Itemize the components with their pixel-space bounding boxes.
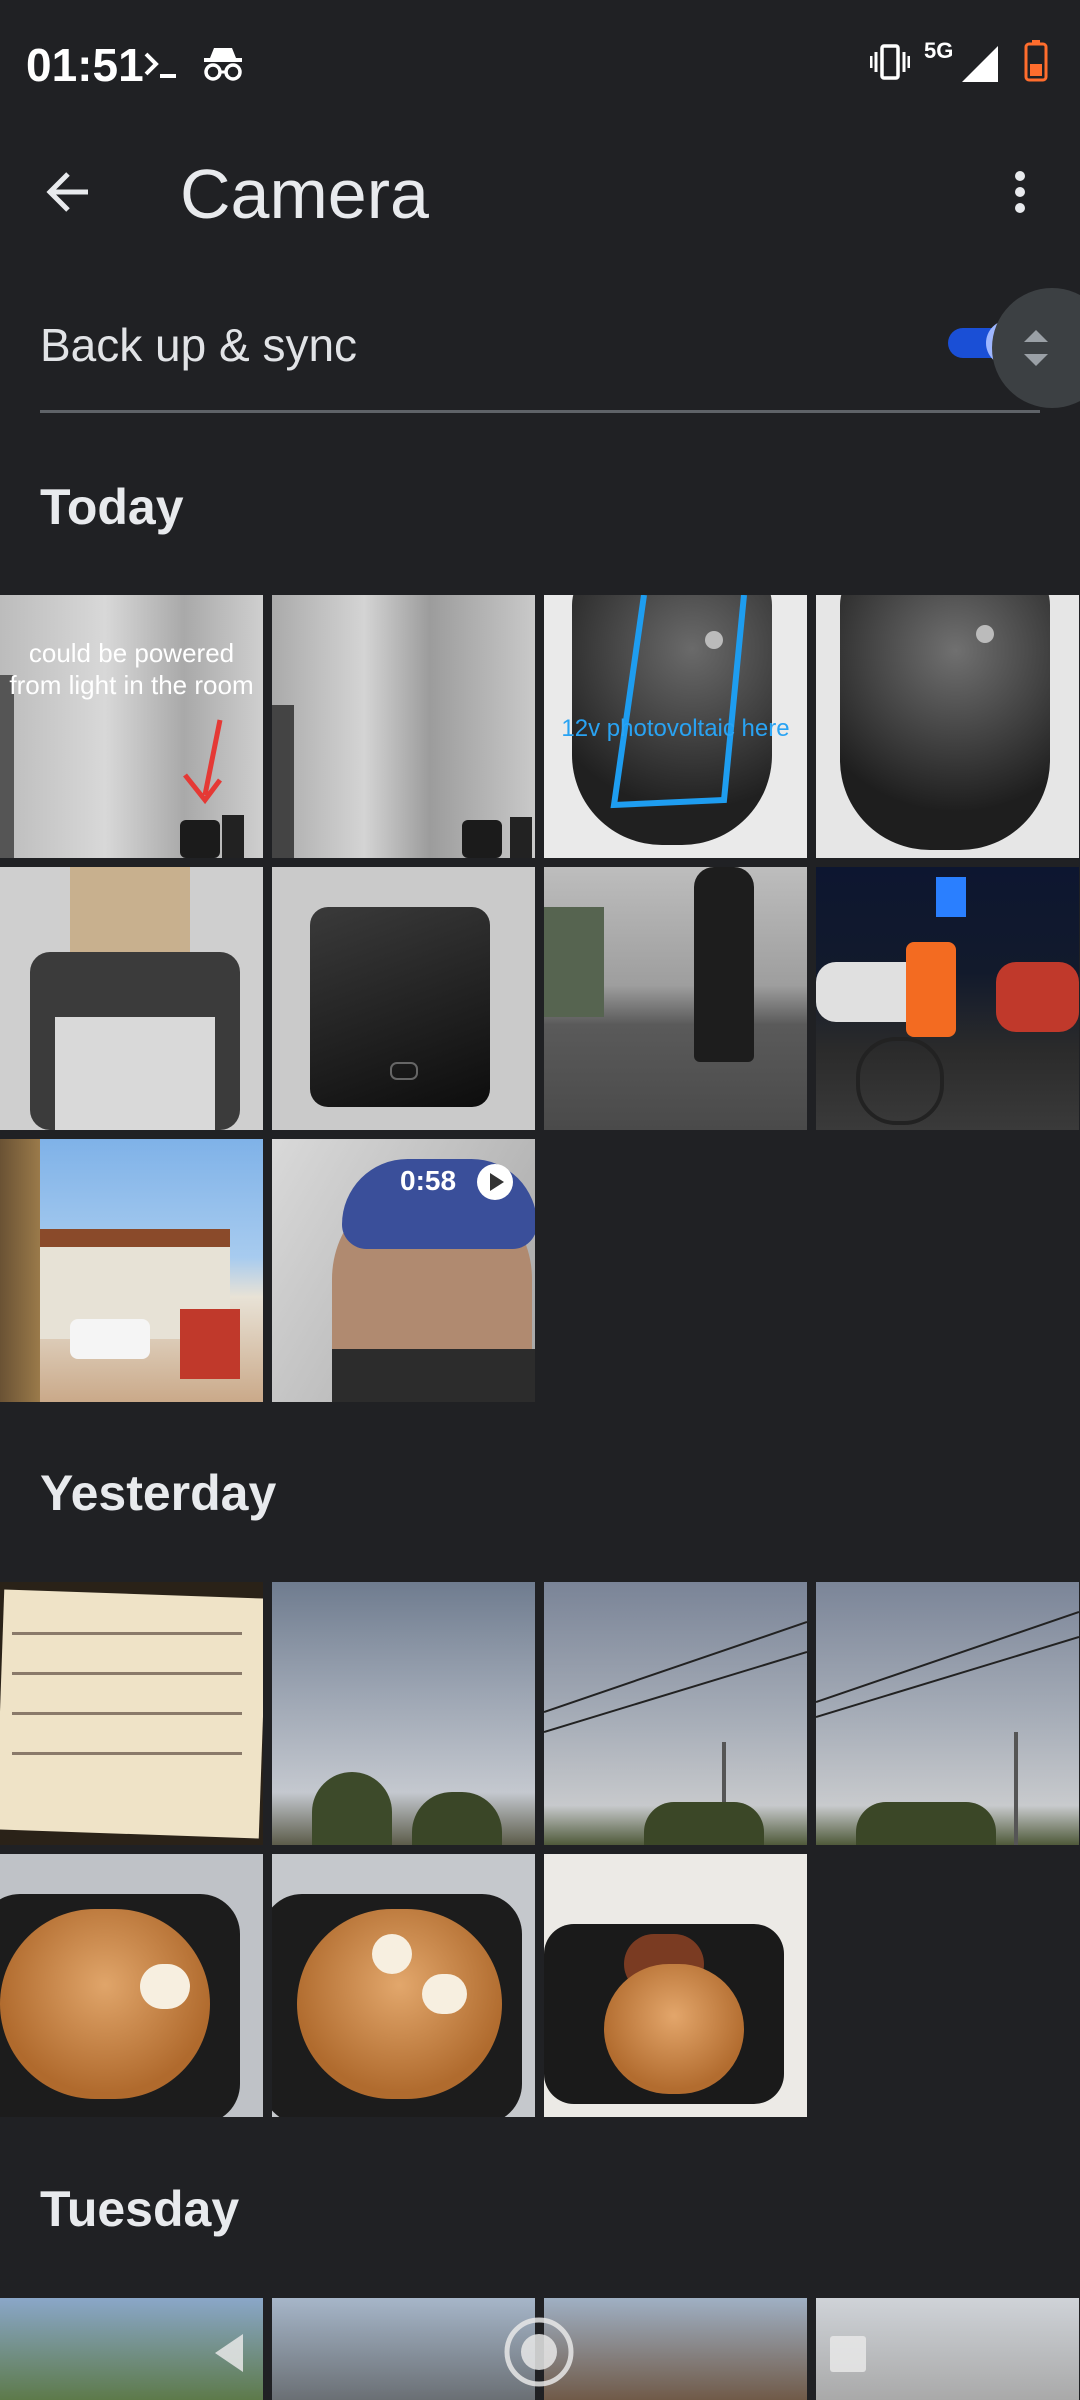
battery-icon [1024,40,1048,82]
photo-thumbnail[interactable] [0,867,263,1130]
page-title: Camera [180,155,429,233]
more-vert-icon [1015,171,1025,213]
divider [40,410,1040,413]
incognito-icon [204,48,243,81]
status-icons-left [142,44,246,84]
back-button[interactable] [36,158,104,226]
photo-thumbnail[interactable] [544,1854,807,2117]
video-thumbnail[interactable]: 0:58 [272,1139,535,1402]
nav-home-icon[interactable] [501,2314,577,2390]
section-title-yesterday: Yesterday [40,1465,277,1521]
scroll-arrows-icon [1024,330,1048,366]
photo-grid-today: could be powered from light in the room … [0,595,1080,1405]
section-title-tuesday: Tuesday [40,2181,240,2237]
photo-caption: could be powered from light in the room [9,638,254,700]
backup-sync-row[interactable]: Back up & sync [0,290,1080,413]
photo-thumbnail[interactable] [0,1854,263,2117]
photo-grid-yesterday [0,1582,1080,2122]
photo-thumbnail[interactable] [816,867,1079,1130]
signal-icon [962,46,998,82]
photo-thumbnail[interactable] [272,867,535,1130]
more-options-button[interactable] [990,158,1050,226]
play-icon [477,1164,513,1200]
photo-thumbnail[interactable] [272,595,535,858]
status-bar: 01:51 5G [0,0,1080,130]
photo-thumbnail[interactable]: could be powered from light in the room [0,595,263,858]
photo-thumbnail[interactable] [544,1582,807,1845]
network-type: 5G [924,38,954,63]
photo-thumbnail[interactable] [544,867,807,1130]
photo-thumbnail[interactable] [0,1139,263,1402]
video-duration: 0:58 [400,1165,457,1196]
photo-thumbnail[interactable]: 12v photovoltaic here [544,595,807,858]
photo-thumbnail[interactable] [272,1854,535,2117]
nav-back-icon[interactable] [205,2328,255,2378]
vibrate-icon [870,44,910,80]
photo-thumbnail[interactable] [0,1582,263,1845]
status-time: 01:51 [26,39,144,91]
backup-sync-label: Back up & sync [40,319,358,371]
terminal-icon [144,52,176,78]
photo-thumbnail[interactable] [272,1582,535,1845]
navigation-bar [0,2300,1080,2400]
arrow-back-icon [46,172,88,212]
photo-thumbnail[interactable] [816,595,1079,858]
nav-recents-icon[interactable] [826,2332,870,2376]
section-title-today: Today [40,479,184,535]
app-bar: Camera [0,130,1080,260]
photo-thumbnail[interactable] [816,1582,1079,1845]
photo-caption: 12v photovoltaic here [561,715,790,742]
